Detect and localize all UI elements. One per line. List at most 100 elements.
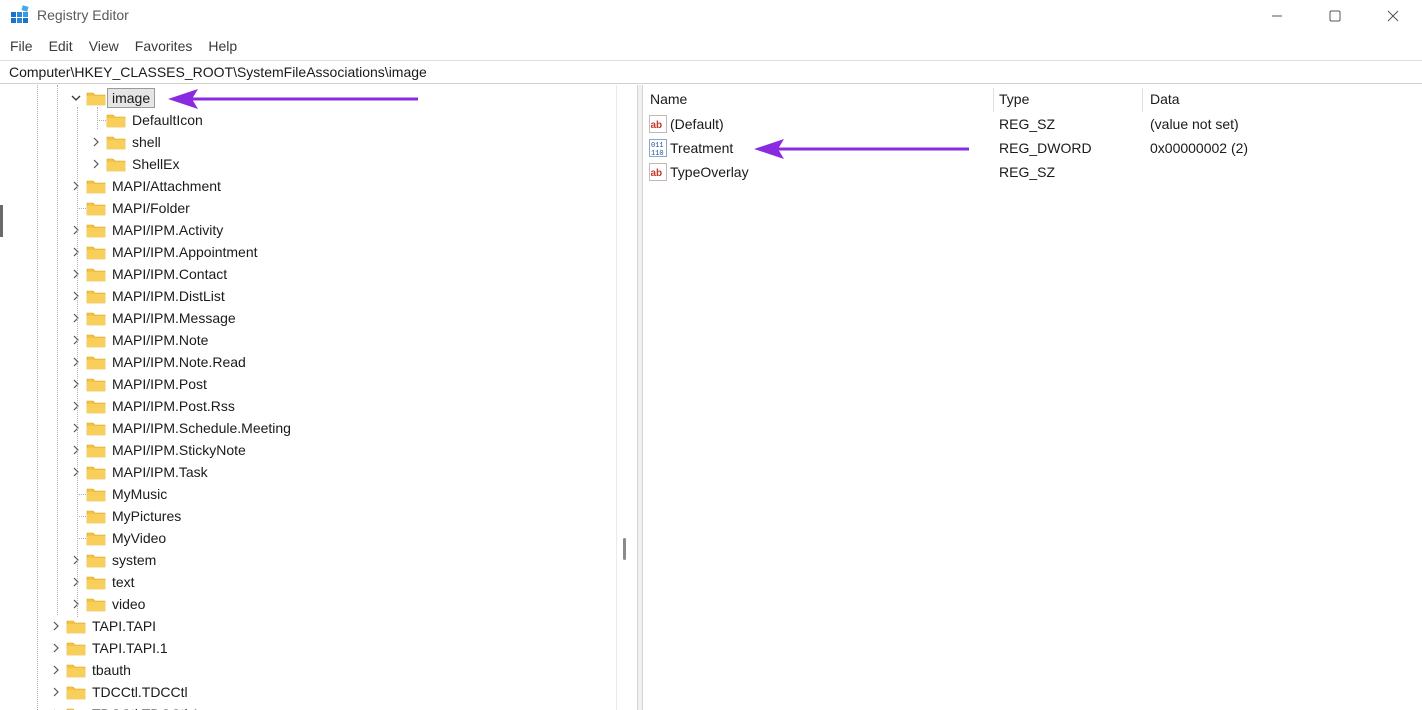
menu-edit[interactable]: Edit (49, 38, 73, 54)
tree-node-label[interactable]: MAPI/IPM.Contact (112, 266, 227, 282)
chevron-right-icon[interactable] (70, 598, 82, 610)
tree-node[interactable]: ShellEx (0, 153, 612, 175)
column-divider[interactable] (993, 88, 994, 112)
chevron-right-icon[interactable] (50, 686, 62, 698)
chevron-right-icon[interactable] (70, 576, 82, 588)
key-tree-pane[interactable]: image DefaultIcon shell ShellEx MAPI/Attachm… (0, 85, 637, 710)
tree-node-label[interactable]: tbauth (92, 662, 131, 678)
chevron-right-icon[interactable] (70, 312, 82, 324)
tree-node-label[interactable]: MAPI/IPM.Post.Rss (112, 398, 235, 414)
tree-node[interactable]: MAPI/IPM.Schedule.Meeting (0, 417, 612, 439)
tree-node[interactable]: MAPI/IPM.Appointment (0, 241, 612, 263)
tree-node-label[interactable]: text (112, 574, 135, 590)
close-icon[interactable] (1364, 0, 1422, 32)
tree-node[interactable]: MAPI/Folder (0, 197, 612, 219)
tree-node[interactable]: MAPI/IPM.Activity (0, 219, 612, 241)
tree-node[interactable]: image (0, 87, 612, 109)
tree-node-label[interactable]: MAPI/IPM.Note.Read (112, 354, 246, 370)
chevron-right-icon[interactable] (70, 378, 82, 390)
menu-favorites[interactable]: Favorites (135, 38, 193, 54)
tree-node-label[interactable]: TAPI.TAPI (92, 618, 156, 634)
minimize-icon[interactable] (1248, 0, 1306, 32)
tree-node-label[interactable]: MyPictures (112, 508, 181, 524)
tree-node-label[interactable]: MyVideo (112, 530, 166, 546)
value-row[interactable]: ab TypeOverlay REG_SZ (643, 161, 1418, 183)
chevron-right-icon[interactable] (70, 466, 82, 478)
tree-node[interactable]: MAPI/IPM.Task (0, 461, 612, 483)
tree-node[interactable]: MyVideo (0, 527, 612, 549)
tree-node[interactable]: MyPictures (0, 505, 612, 527)
tree-node-label[interactable]: TAPI.TAPI.1 (92, 640, 168, 656)
chevron-right-icon[interactable] (70, 246, 82, 258)
tree-node-label[interactable]: system (112, 552, 156, 568)
tree-node-label[interactable]: MAPI/IPM.Schedule.Meeting (112, 420, 291, 436)
tree-node[interactable]: MAPI/IPM.Message (0, 307, 612, 329)
chevron-right-icon[interactable] (70, 334, 82, 346)
tree-node[interactable]: MAPI/IPM.Contact (0, 263, 612, 285)
tree-node[interactable]: TDCCtl.TDCCtl (0, 681, 612, 703)
tree-node[interactable]: TAPI.TAPI (0, 615, 612, 637)
menu-help[interactable]: Help (208, 38, 237, 54)
chevron-right-icon[interactable] (70, 400, 82, 412)
column-divider[interactable] (1142, 88, 1143, 112)
chevron-right-icon[interactable] (50, 620, 62, 632)
address-bar[interactable]: Computer\HKEY_CLASSES_ROOT\SystemFileAss… (0, 60, 1422, 84)
tree-node-label[interactable]: MAPI/Attachment (112, 178, 221, 194)
chevron-right-icon[interactable] (90, 158, 102, 170)
tree-node[interactable]: MAPI/IPM.StickyNote (0, 439, 612, 461)
column-header-name[interactable]: Name (650, 91, 687, 107)
tree-node-label[interactable]: TDCCtl.TDCCtl (92, 684, 188, 700)
values-pane[interactable]: Name Type Data ab (Default) REG_SZ (value n… (643, 85, 1422, 710)
tree-node-label[interactable]: MAPI/IPM.DistList (112, 288, 225, 304)
tree-node[interactable]: shell (0, 131, 612, 153)
tree-scrollbar[interactable] (616, 85, 637, 710)
tree-node-label[interactable]: ShellEx (132, 156, 179, 172)
tree-node[interactable]: MyMusic (0, 483, 612, 505)
maximize-icon[interactable] (1306, 0, 1364, 32)
chevron-right-icon[interactable] (70, 224, 82, 236)
chevron-down-icon[interactable] (70, 92, 82, 104)
chevron-right-icon[interactable] (70, 554, 82, 566)
chevron-right-icon[interactable] (70, 356, 82, 368)
chevron-right-icon[interactable] (50, 664, 62, 676)
tree-node[interactable]: TDCCtl.TDCCtl.1 (0, 703, 612, 710)
tree-node-label[interactable]: TDCCtl.TDCCtl.1 (92, 706, 199, 710)
menu-file[interactable]: File (10, 38, 33, 54)
tree-node-label[interactable]: MAPI/IPM.Appointment (112, 244, 258, 260)
tree-node[interactable]: MAPI/IPM.Post.Rss (0, 395, 612, 417)
tree-node-label[interactable]: MAPI/IPM.Note (112, 332, 208, 348)
tree-node-label[interactable]: MAPI/IPM.Post (112, 376, 207, 392)
tree-node-label[interactable]: MAPI/IPM.Activity (112, 222, 223, 238)
chevron-right-icon[interactable] (70, 180, 82, 192)
tree-node-label[interactable]: DefaultIcon (132, 112, 203, 128)
tree-node-label[interactable]: shell (132, 134, 161, 150)
tree-node-label[interactable]: MyMusic (112, 486, 167, 502)
tree-node[interactable]: TAPI.TAPI.1 (0, 637, 612, 659)
tree-node-label[interactable]: video (112, 596, 145, 612)
value-row[interactable]: ab (Default) REG_SZ (value not set) (643, 113, 1418, 135)
tree-node[interactable]: MAPI/Attachment (0, 175, 612, 197)
tree-node-label[interactable]: image (107, 88, 156, 108)
menu-view[interactable]: View (89, 38, 119, 54)
tree-node[interactable]: video (0, 593, 612, 615)
chevron-right-icon[interactable] (70, 268, 82, 280)
value-row[interactable]: 011 110 Treatment REG_DWORD 0x00000002 (2) (643, 137, 1418, 159)
chevron-right-icon[interactable] (70, 422, 82, 434)
tree-node-label[interactable]: MAPI/IPM.Task (112, 464, 208, 480)
chevron-right-icon[interactable] (70, 444, 82, 456)
tree-node-label[interactable]: MAPI/IPM.StickyNote (112, 442, 246, 458)
tree-scrollbar-thumb[interactable] (623, 538, 626, 560)
tree-node[interactable]: MAPI/IPM.Post (0, 373, 612, 395)
tree-node[interactable]: MAPI/IPM.DistList (0, 285, 612, 307)
tree-node[interactable]: tbauth (0, 659, 612, 681)
chevron-right-icon[interactable] (50, 642, 62, 654)
tree-node[interactable]: system (0, 549, 612, 571)
tree-node[interactable]: DefaultIcon (0, 109, 612, 131)
address-path[interactable]: Computer\HKEY_CLASSES_ROOT\SystemFileAss… (9, 64, 427, 80)
column-header-type[interactable]: Type (999, 91, 1029, 107)
tree-node[interactable]: MAPI/IPM.Note.Read (0, 351, 612, 373)
tree-node[interactable]: text (0, 571, 612, 593)
chevron-right-icon[interactable] (90, 136, 102, 148)
tree-node-label[interactable]: MAPI/IPM.Message (112, 310, 236, 326)
chevron-right-icon[interactable] (70, 290, 82, 302)
